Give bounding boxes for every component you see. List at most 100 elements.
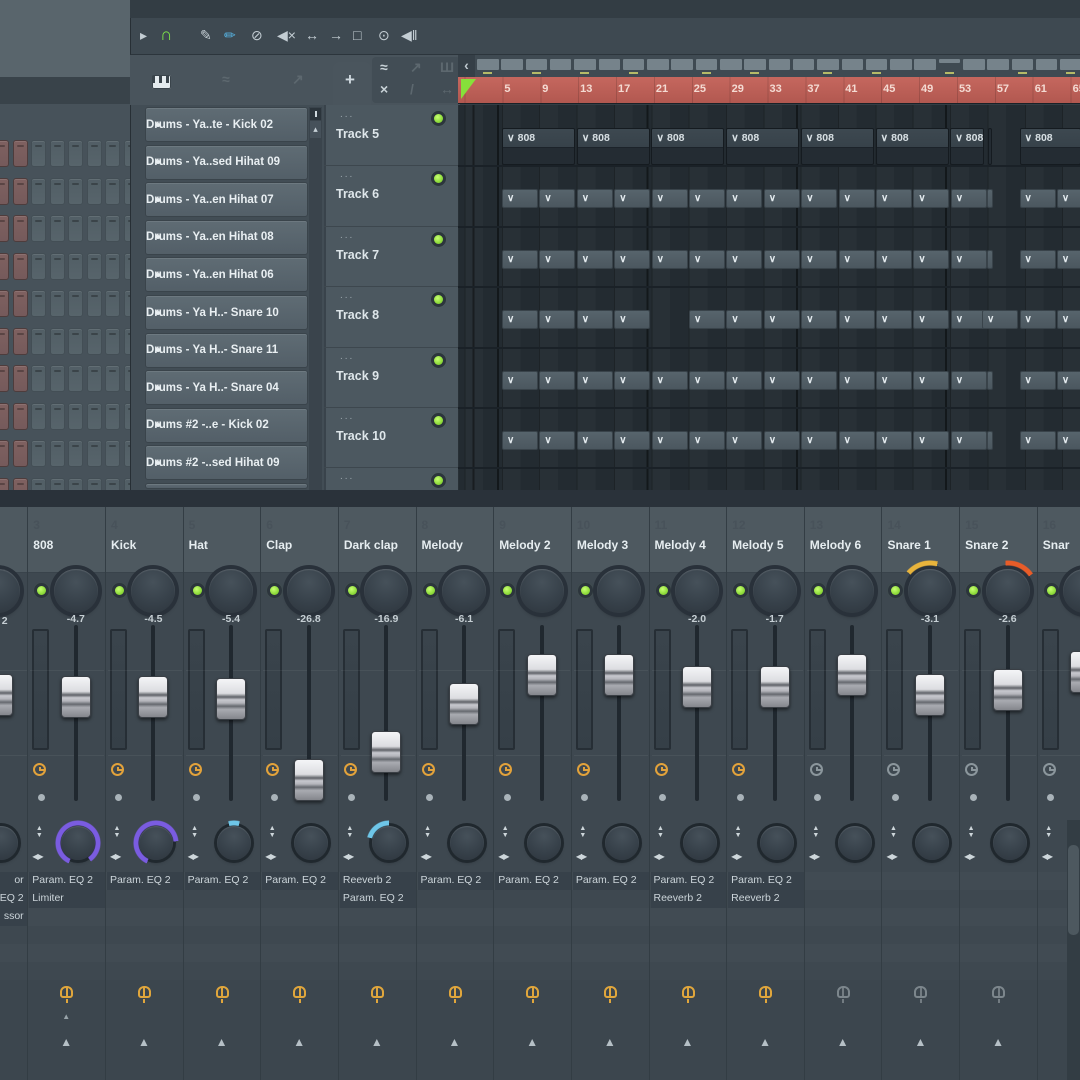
mixer-strip-Melody 2[interactable]: 9Melody 2▲▼◀▶Param. EQ 2▲ — [493, 507, 571, 1080]
route-arrow-icon[interactable]: ▲ — [992, 1036, 1004, 1048]
slope-icon[interactable]: / — [410, 81, 414, 97]
pan-knob[interactable] — [54, 569, 98, 613]
mixer-strip-808[interactable]: 3808-4.7▲▼◀▶Param. EQ 2Limiter▲▲ — [27, 507, 105, 1080]
slot-updown-icon[interactable]: ▲▼ — [810, 825, 822, 839]
mini-pattern-clip[interactable]: ∨ — [726, 431, 762, 450]
mini-pattern-clip[interactable]: ∨ — [652, 189, 688, 208]
audio-input-plug-icon[interactable] — [525, 986, 540, 1004]
record-dot[interactable] — [1047, 794, 1054, 801]
mini-pattern-clip[interactable]: ∨ — [913, 189, 949, 208]
slot-leftright-icon[interactable]: ◀▶ — [654, 852, 664, 861]
step-button[interactable] — [0, 140, 9, 167]
step-button[interactable] — [105, 215, 120, 242]
fx-slot[interactable]: Param. EQ 2 — [185, 872, 261, 890]
pan-knob[interactable] — [597, 569, 641, 613]
latency-clock-icon[interactable] — [499, 763, 512, 776]
mini-pattern-clip[interactable]: ∨ — [951, 371, 987, 390]
mixer-strip-Clap[interactable]: 6Clap-26.8▲▼◀▶Param. EQ 2▲ — [260, 507, 338, 1080]
step-button[interactable] — [0, 478, 9, 491]
fx-slot[interactable]: Reeverb 2 — [651, 890, 727, 908]
fx-slot[interactable]: Param. EQ 2 — [728, 872, 804, 890]
latency-clock-icon[interactable] — [810, 763, 823, 776]
step-button[interactable] — [68, 178, 83, 205]
step-button[interactable] — [13, 440, 28, 467]
channel-name[interactable]: Melody 5 — [732, 538, 783, 552]
step-button[interactable] — [105, 403, 120, 430]
mini-pattern-clip[interactable]: ∨ — [726, 250, 762, 269]
pattern-clip-808[interactable]: ∨ 808 — [726, 128, 799, 165]
playback-icon[interactable]: ◀‖ — [401, 26, 418, 44]
step-button[interactable] — [87, 253, 102, 280]
audio-input-plug-icon[interactable] — [913, 986, 928, 1004]
step-button[interactable] — [0, 328, 9, 355]
mini-pattern-clip[interactable]: ∨ — [614, 250, 650, 269]
mini-pattern-clip[interactable]: ∨ — [1020, 431, 1056, 450]
pattern-clip-808[interactable]: ∨ 808 — [801, 128, 874, 165]
step-button[interactable] — [31, 403, 46, 430]
step-button[interactable] — [50, 440, 65, 467]
patterns-tab[interactable] — [152, 75, 171, 89]
mini-pattern-clip[interactable]: ∨ — [726, 371, 762, 390]
volume-fader-handle[interactable] — [449, 683, 479, 725]
audio-input-plug-icon[interactable] — [137, 986, 152, 1004]
step-button[interactable] — [13, 253, 28, 280]
pattern-list-item[interactable]: Drums - Ya H..- Snare 11 — [145, 333, 308, 368]
step-button[interactable] — [105, 328, 120, 355]
mixer-strip-Dark clap[interactable]: 7Dark clap-16.9▲▼◀▶Reeverb 2Param. EQ 2▲ — [338, 507, 416, 1080]
volume-fader-handle[interactable] — [527, 654, 557, 696]
fx-slot[interactable]: Reeverb 2 — [340, 872, 416, 890]
slot-leftright-icon[interactable]: ◀▶ — [731, 852, 741, 861]
record-dot[interactable] — [38, 794, 45, 801]
step-button[interactable] — [50, 215, 65, 242]
mini-clip-sliver[interactable] — [987, 431, 993, 450]
channel-name[interactable]: Melody — [422, 538, 463, 552]
audio-input-plug-icon[interactable] — [215, 986, 230, 1004]
mini-pattern-clip[interactable]: ∨ — [876, 371, 912, 390]
record-dot[interactable] — [193, 794, 200, 801]
mini-pattern-clip[interactable]: ∨ — [951, 431, 987, 450]
slot-updown-icon[interactable]: ▲▼ — [655, 825, 667, 839]
slot-updown-icon[interactable]: ▲▼ — [111, 825, 123, 839]
mini-pattern-clip[interactable]: ∨ — [876, 250, 912, 269]
pan-knob[interactable] — [1063, 569, 1080, 613]
step-button[interactable] — [13, 215, 28, 242]
pan-knob[interactable] — [364, 569, 408, 613]
step-button[interactable] — [105, 440, 120, 467]
slot-leftright-icon[interactable]: ◀▶ — [265, 852, 275, 861]
record-dot[interactable] — [426, 794, 433, 801]
mixer-strip-Snare 1[interactable]: 14Snare 1-3.1▲▼◀▶▲ — [881, 507, 959, 1080]
mixer-strip-Melody 4[interactable]: 11Melody 4-2.0▲▼◀▶Param. EQ 2Reeverb 2▲ — [649, 507, 727, 1080]
channel-enable-led[interactable] — [581, 586, 590, 595]
fx-slot[interactable]: Param. EQ 2 — [418, 872, 494, 890]
pattern-list-item[interactable]: Drums - Ya..en Hihat 06 — [145, 257, 308, 292]
step-button[interactable] — [50, 478, 65, 491]
mini-clip-sliver[interactable] — [987, 371, 993, 390]
channel-name[interactable]: Kick — [111, 538, 136, 552]
step-button[interactable] — [13, 403, 28, 430]
audio-input-plug-icon[interactable] — [370, 986, 385, 1004]
audio-tab[interactable]: ≈ — [222, 71, 230, 87]
channel-enable-led[interactable] — [37, 586, 46, 595]
latency-clock-icon[interactable] — [1043, 763, 1056, 776]
mini-pattern-clip[interactable]: ∨ — [801, 189, 837, 208]
mini-pattern-clip[interactable]: ∨ — [913, 250, 949, 269]
mini-pattern-clip[interactable]: ∨ — [689, 310, 725, 329]
mini-pattern-clip[interactable]: ∨ — [726, 189, 762, 208]
slot-updown-icon[interactable]: ▲▼ — [1043, 825, 1055, 839]
latency-clock-icon[interactable] — [344, 763, 357, 776]
pattern-list-item[interactable]: Drums #2 -..sed Hihat 09 — [145, 445, 308, 480]
mini-pattern-clip[interactable]: ∨ — [652, 431, 688, 450]
slot-leftright-icon[interactable]: ◀▶ — [498, 852, 508, 861]
pattern-list-item[interactable]: Drums - Ya..en Hihat 08 — [145, 220, 308, 255]
route-arrow-icon[interactable]: ▲ — [837, 1036, 849, 1048]
volume-fader-handle[interactable] — [604, 654, 634, 696]
latency-clock-icon[interactable] — [422, 763, 435, 776]
fx-slot[interactable]: Param. EQ 2 — [107, 872, 183, 890]
mini-pattern-clip[interactable]: ∨ — [801, 250, 837, 269]
mini-pattern-clip[interactable]: ∨ — [689, 431, 725, 450]
mini-pattern-clip[interactable]: ∨ — [876, 189, 912, 208]
track-menu-dots[interactable]: ... — [340, 170, 354, 180]
step-button[interactable] — [50, 140, 65, 167]
step-button[interactable] — [87, 140, 102, 167]
fx-slot[interactable]: Param. EQ 2 — [495, 872, 571, 890]
